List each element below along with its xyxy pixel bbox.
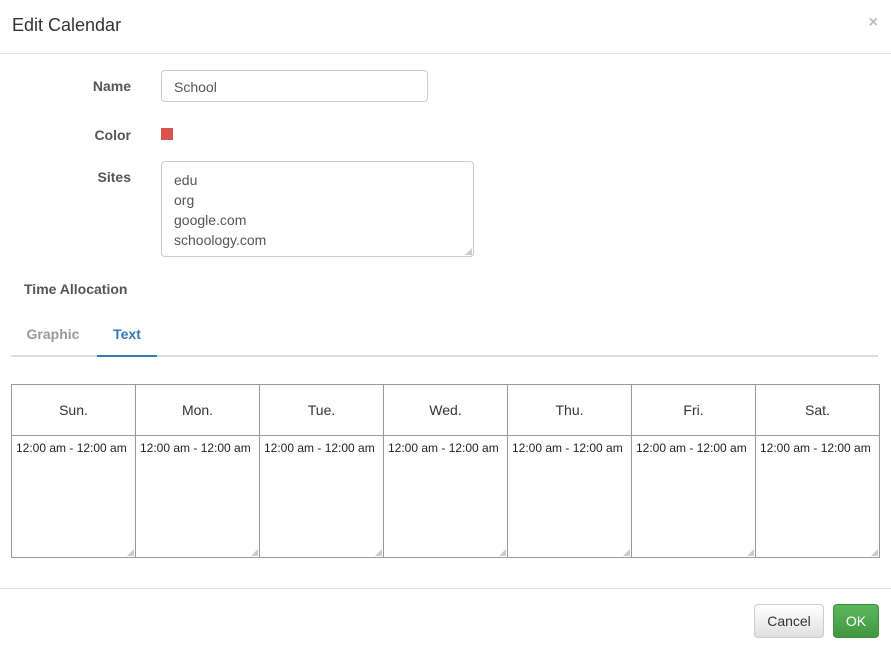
day-range-textarea[interactable]: 12:00 am - 12:00 am: [135, 435, 260, 558]
resize-handle[interactable]: [127, 549, 134, 556]
day-header: Tue.: [259, 384, 384, 436]
sites-textarea[interactable]: edu org google.com schoology.com: [161, 161, 474, 257]
site-line: org: [174, 192, 195, 208]
day-range-textarea[interactable]: 12:00 am - 12:00 am: [755, 435, 880, 558]
dialog-title: Edit Calendar: [12, 15, 122, 35]
tab-text[interactable]: Text: [97, 318, 157, 357]
week-table: Sun. Mon. Tue. Wed. Thu. Fri. Sat. 12:00…: [11, 384, 880, 558]
color-swatch[interactable]: [161, 128, 173, 140]
day-header: Wed.: [383, 384, 508, 436]
close-icon[interactable]: ×: [869, 14, 878, 32]
tab-graphic[interactable]: Graphic: [11, 318, 95, 355]
time-range: 12:00 am - 12:00 am: [16, 441, 127, 455]
time-allocation-label: Time Allocation: [24, 281, 128, 297]
resize-handle[interactable]: [499, 549, 506, 556]
time-range: 12:00 am - 12:00 am: [512, 441, 623, 455]
time-range: 12:00 am - 12:00 am: [264, 441, 375, 455]
resize-handle[interactable]: [623, 549, 630, 556]
day-header-row: Sun. Mon. Tue. Wed. Thu. Fri. Sat.: [11, 384, 880, 436]
dialog-header: Edit Calendar ×: [0, 0, 891, 54]
resize-handle[interactable]: [465, 248, 472, 255]
name-label: Name: [92, 78, 131, 94]
day-range-textarea[interactable]: 12:00 am - 12:00 am: [383, 435, 508, 558]
color-label: Color: [94, 127, 131, 143]
resize-handle[interactable]: [747, 549, 754, 556]
day-header: Sat.: [755, 384, 880, 436]
resize-handle[interactable]: [251, 549, 258, 556]
day-range-textarea[interactable]: 12:00 am - 12:00 am: [631, 435, 756, 558]
tab-bar: Graphic Text: [11, 318, 878, 357]
day-header: Thu.: [507, 384, 632, 436]
day-header: Mon.: [135, 384, 260, 436]
cancel-button[interactable]: Cancel: [754, 604, 824, 638]
day-header: Sun.: [11, 384, 136, 436]
day-range-textarea[interactable]: 12:00 am - 12:00 am: [259, 435, 384, 558]
resize-handle[interactable]: [871, 549, 878, 556]
day-range-textarea[interactable]: 12:00 am - 12:00 am: [507, 435, 632, 558]
time-range: 12:00 am - 12:00 am: [388, 441, 499, 455]
site-line: edu: [174, 172, 198, 188]
sites-label: Sites: [97, 169, 131, 185]
time-range: 12:00 am - 12:00 am: [636, 441, 747, 455]
name-input[interactable]: School: [161, 70, 428, 102]
ok-button[interactable]: OK: [833, 604, 879, 638]
day-range-row: 12:00 am - 12:00 am 12:00 am - 12:00 am …: [11, 435, 880, 558]
time-range: 12:00 am - 12:00 am: [140, 441, 251, 455]
time-range: 12:00 am - 12:00 am: [760, 441, 871, 455]
site-line: schoology.com: [174, 232, 267, 248]
resize-handle[interactable]: [375, 549, 382, 556]
day-range-textarea[interactable]: 12:00 am - 12:00 am: [11, 435, 136, 558]
day-header: Fri.: [631, 384, 756, 436]
site-line: google.com: [174, 212, 247, 228]
